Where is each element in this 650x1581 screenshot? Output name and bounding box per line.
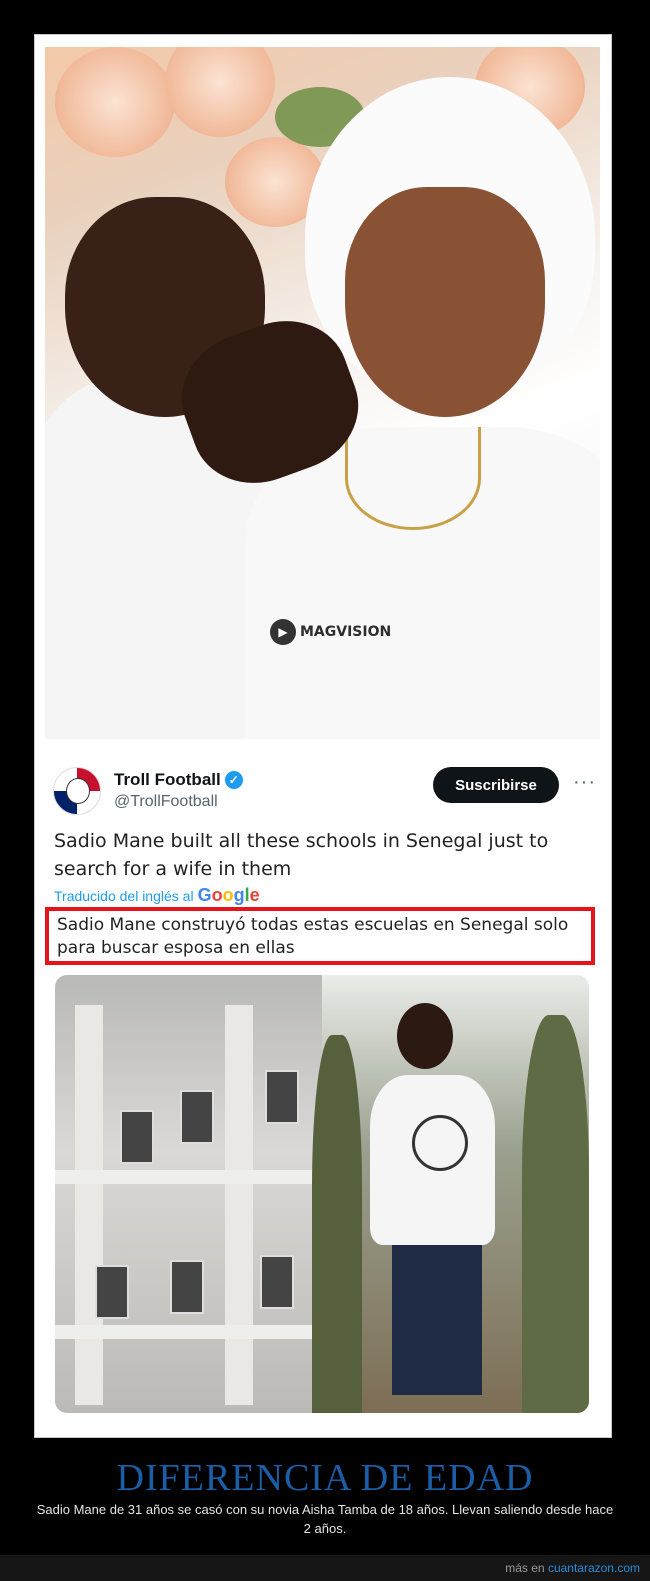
- trollface-icon: [66, 778, 90, 804]
- meme-title: DIFERENCIA DE EDAD: [116, 1457, 534, 1499]
- building-column: [225, 1005, 253, 1405]
- more-options-icon[interactable]: ···: [573, 771, 596, 794]
- meme-description: Sadio Mane de 31 años se casó con su nov…: [36, 1502, 614, 1536]
- building-window: [120, 1110, 154, 1164]
- verified-badge-icon: ✓: [224, 771, 243, 789]
- footer-text: más en cuantarazon.com: [505, 1561, 640, 1575]
- school-building-photo[interactable]: [55, 975, 322, 1413]
- man-jeans: [392, 1245, 482, 1395]
- crowd-photo[interactable]: [312, 975, 589, 1413]
- flower-decoration: [165, 47, 275, 137]
- building-window: [260, 1255, 294, 1309]
- man-head: [397, 1003, 453, 1069]
- building-floor: [55, 1170, 322, 1184]
- flower-decoration: [55, 47, 175, 157]
- building-window: [95, 1265, 129, 1319]
- footer-link[interactable]: cuantarazon.com: [548, 1561, 640, 1575]
- footer-prefix: más en: [505, 1561, 545, 1575]
- shirt-emblem: [412, 1115, 468, 1171]
- building-window: [180, 1090, 214, 1144]
- tweet-text: Sadio Mane built all these schools in Se…: [54, 830, 549, 880]
- author-name[interactable]: Troll Football: [114, 770, 221, 790]
- magvision-watermark: ▶ MAGVISION: [270, 619, 391, 645]
- bride-face: [345, 187, 545, 417]
- soldier-figure: [312, 1035, 362, 1413]
- meme-frame: ▶ MAGVISION Troll Football ✓ @TrollFootb…: [34, 34, 612, 1438]
- footer-bar: más en cuantarazon.com: [0, 1555, 650, 1581]
- watermark-text: MAGVISION: [300, 624, 392, 640]
- translated-label: Traducido del inglés al: [54, 888, 194, 904]
- wedding-photo: ▶ MAGVISION: [45, 47, 600, 739]
- building-window: [265, 1070, 299, 1124]
- tweet-media-grid[interactable]: [55, 975, 589, 1413]
- gold-necklace: [345, 427, 481, 530]
- avatar[interactable]: [53, 767, 101, 815]
- author-handle[interactable]: @TrollFootball: [114, 793, 218, 811]
- translated-text-highlight: Sadio Mane construyó todas estas escuela…: [45, 907, 595, 965]
- author-name-row: Troll Football ✓: [114, 770, 243, 790]
- soldier-figure: [522, 1015, 589, 1413]
- building-column: [75, 1005, 103, 1405]
- play-icon: ▶: [270, 619, 296, 645]
- translation-attribution[interactable]: Traducido del inglés al Google: [54, 885, 260, 906]
- building-window: [170, 1260, 204, 1314]
- subscribe-button[interactable]: Suscribirse: [433, 767, 559, 803]
- tweet-header: Troll Football ✓ @TrollFootball Suscribi…: [53, 767, 598, 817]
- building-floor: [55, 1325, 322, 1339]
- google-logo: Google: [197, 885, 260, 905]
